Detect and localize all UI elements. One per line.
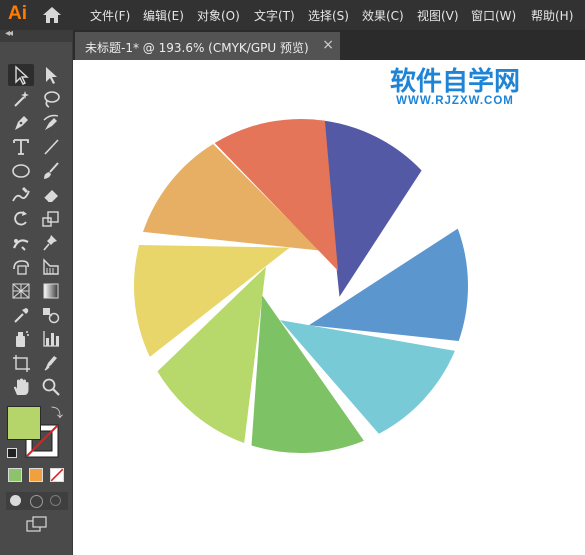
menu-file[interactable]: 文件(F) [90, 7, 130, 24]
swap-fill-stroke-icon[interactable]: ⤵ [51, 404, 63, 421]
aperture-logo[interactable] [73, 60, 585, 555]
close-tab-icon[interactable]: × [322, 37, 334, 53]
pin-tool-icon[interactable] [38, 232, 64, 254]
puppet-warp-tool-icon[interactable] [8, 232, 34, 254]
scale-tool-icon[interactable] [38, 208, 64, 230]
none-button[interactable] [50, 468, 64, 482]
column-graph-tool-icon[interactable] [38, 328, 64, 350]
blend-tool-icon[interactable] [38, 304, 64, 326]
menu-bar: Ai 文件(F) 编辑(E) 对象(O) 文字(T) 选择(S) 效果(C) 视… [0, 0, 585, 30]
tools-panel: ◂◂ ⤵ [0, 28, 73, 555]
home-icon[interactable] [42, 5, 62, 25]
type-tool-icon[interactable] [8, 136, 34, 158]
slice-tool-icon[interactable] [38, 352, 64, 374]
menu-help[interactable]: 帮助(H) [531, 7, 573, 24]
screen-mode-icon[interactable] [26, 516, 48, 532]
menu-select[interactable]: 选择(S) [308, 7, 349, 24]
magic-wand-tool-icon[interactable] [8, 88, 34, 110]
direct-selection-tool-icon[interactable] [38, 64, 64, 86]
color-button[interactable] [8, 468, 22, 482]
curvature-tool-icon[interactable] [38, 112, 64, 134]
shape-builder-tool-icon[interactable] [38, 256, 64, 278]
app-logo: Ai [8, 3, 27, 24]
paintbrush-tool-icon[interactable] [38, 160, 64, 182]
tools-panel-header: ◂◂ [0, 28, 72, 42]
fill-stroke-widget: ⤵ [7, 406, 67, 464]
eraser-tool-icon[interactable] [38, 184, 64, 206]
symbol-sprayer-tool-icon[interactable] [8, 328, 34, 350]
gradient-tool-icon[interactable] [38, 280, 64, 302]
color-mode-buttons [8, 468, 68, 484]
draw-inside-icon[interactable] [50, 495, 61, 506]
menu-window[interactable]: 窗口(W) [471, 7, 516, 24]
ellipse-tool-icon[interactable] [8, 160, 34, 182]
gradient-button[interactable] [29, 468, 43, 482]
lasso-tool-icon[interactable] [38, 88, 64, 110]
document-tab[interactable]: 未标题-1* @ 193.6% (CMYK/GPU 预览) × [75, 32, 340, 60]
shaper-tool-icon[interactable] [8, 184, 34, 206]
document-tab-strip: 未标题-1* @ 193.6% (CMYK/GPU 预览) × [0, 30, 585, 60]
free-transform-tool-icon[interactable] [8, 256, 34, 278]
perspective-grid-tool-icon[interactable] [8, 280, 34, 302]
menu-view[interactable]: 视图(V) [417, 7, 459, 24]
menu-object[interactable]: 对象(O) [197, 7, 240, 24]
artboard-canvas[interactable]: 软件自学网 WWW.RJZXW.COM [73, 60, 585, 555]
menu-type[interactable]: 文字(T) [254, 7, 295, 24]
rotate-tool-icon[interactable] [8, 208, 34, 230]
collapse-panel-icon[interactable]: ◂◂ [5, 28, 13, 39]
fill-swatch-front[interactable] [7, 406, 41, 440]
draw-normal-icon[interactable] [10, 495, 21, 506]
line-segment-tool-icon[interactable] [38, 136, 64, 158]
artboard-tool-icon[interactable] [8, 352, 34, 374]
selection-tool-icon[interactable] [8, 64, 34, 86]
default-fill-stroke-icon[interactable] [7, 448, 17, 458]
draw-behind-icon[interactable] [30, 495, 43, 508]
menu-edit[interactable]: 编辑(E) [143, 7, 184, 24]
eyedropper-tool-icon[interactable] [8, 304, 34, 326]
zoom-tool-icon[interactable] [38, 376, 64, 398]
menu-effect[interactable]: 效果(C) [362, 7, 404, 24]
document-tab-label: 未标题-1* @ 193.6% (CMYK/GPU 预览) [85, 41, 309, 55]
pen-tool-icon[interactable] [8, 112, 34, 134]
draw-mode-buttons [6, 492, 68, 510]
hand-tool-icon[interactable] [8, 376, 34, 398]
